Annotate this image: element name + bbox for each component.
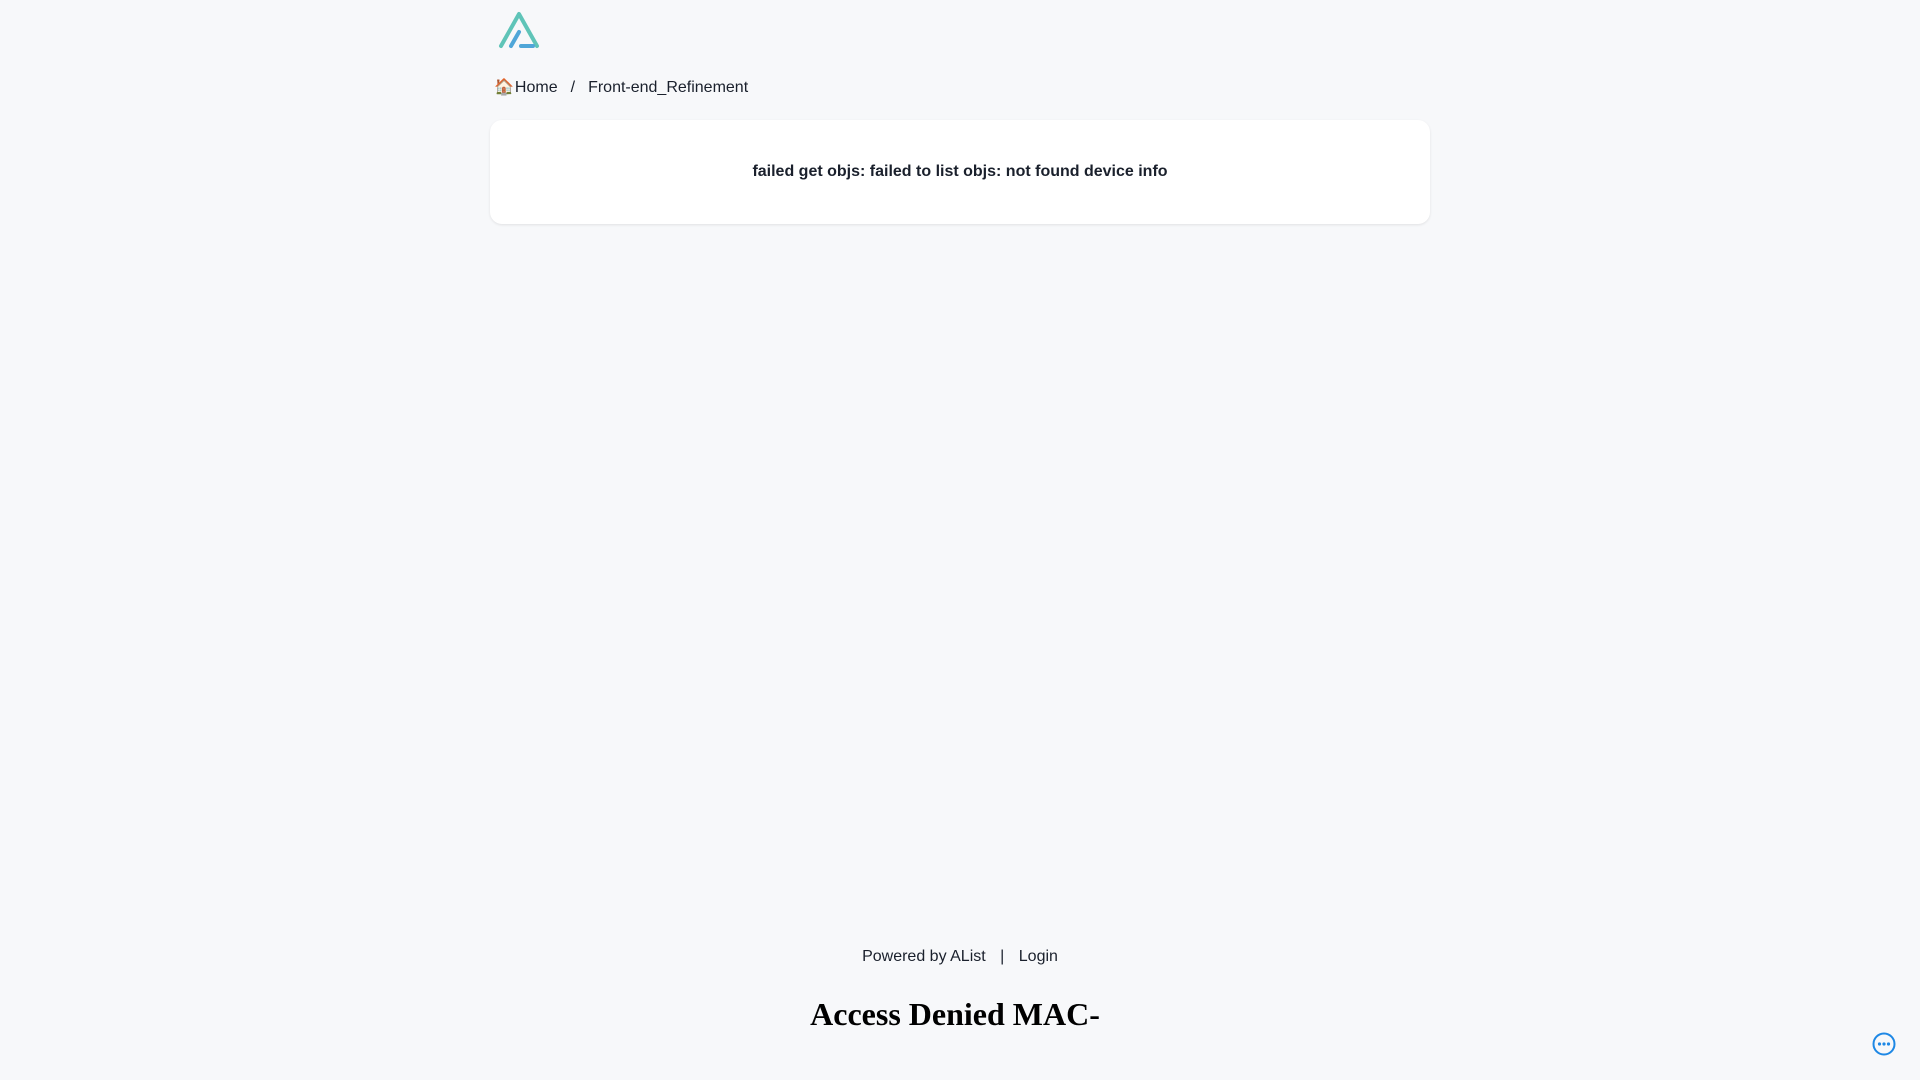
logo-inner-stroke [509,30,521,48]
breadcrumb-home-label: Home [514,79,558,96]
access-denied-text: Access Denied MAC- [810,996,1100,1032]
alist-logo[interactable] [497,10,541,50]
breadcrumb: 🏠 Home / Front-end_Refinement [494,77,748,99]
breadcrumb-current[interactable]: Front-end_Refinement [588,79,748,97]
footer: Powered by AList | Login [0,948,1920,966]
error-card: failed get objs: failed to list objs: no… [490,120,1430,224]
footer-pipe: | [1000,948,1005,965]
breadcrumb-home[interactable]: 🏠 Home [494,79,558,97]
page: 🏠 Home / Front-end_Refinement failed get… [0,0,1920,1080]
login-link[interactable]: Login [1019,948,1058,965]
error-message: failed get objs: failed to list objs: no… [752,163,1168,180]
powered-by-link[interactable]: Powered by AList [862,948,986,965]
breadcrumb-separator: / [570,79,576,96]
home-icon: 🏠 [494,79,514,96]
more-horizontal-icon[interactable] [1872,1032,1896,1056]
